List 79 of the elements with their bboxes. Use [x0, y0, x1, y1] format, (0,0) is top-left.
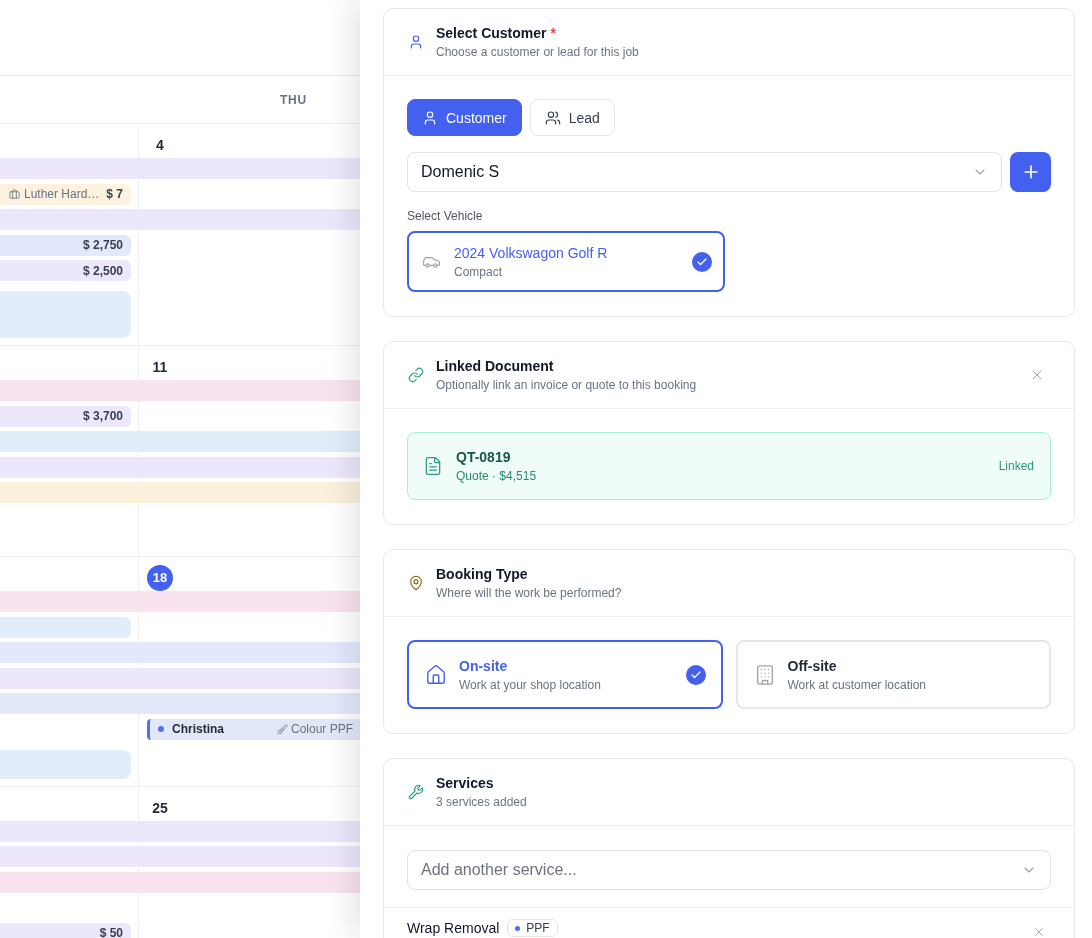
- event-chip[interactable]: [0, 291, 131, 338]
- section-title: Booking Type: [436, 565, 528, 583]
- field-label: Select Vehicle: [407, 208, 484, 224]
- option-description: Work at customer location: [787, 676, 926, 693]
- vehicle-name: 2024 Volkswagon Golf R: [454, 243, 608, 262]
- document-number: QT-0819: [456, 448, 511, 466]
- vehicle-option[interactable]: 2024 Volkswagon Golf R Compact: [407, 231, 725, 292]
- briefcase-icon: [9, 188, 20, 200]
- event-chip[interactable]: Luther Hard… $ 7: [0, 183, 131, 205]
- tag-dot-icon: [515, 925, 521, 931]
- event-bar[interactable]: [0, 820, 360, 842]
- event-bar[interactable]: [0, 158, 360, 179]
- date-number: 4: [156, 136, 164, 155]
- event-service: Colour PPF: [290, 722, 353, 736]
- event-bar[interactable]: [0, 642, 360, 663]
- event-bar[interactable]: [0, 693, 360, 714]
- option-title: On-site: [459, 656, 508, 675]
- event-chip[interactable]: $ 50: [0, 922, 131, 938]
- date-number: 25: [152, 798, 168, 818]
- section-subtitle: Optionally link an invoice or quote to this booking: [436, 377, 697, 393]
- event-bar[interactable]: [0, 667, 360, 689]
- section-title: Select Customer: [436, 24, 547, 42]
- section-subtitle: Where will the work be performed?: [436, 585, 622, 601]
- option-title: Off-site: [787, 656, 837, 675]
- map-pin-icon: [408, 575, 424, 591]
- event-price: $ 2,500: [82, 263, 123, 278]
- event-chip[interactable]: $ 2,750: [0, 234, 131, 256]
- booking-type-option[interactable]: Off-site Work at customer location: [735, 640, 1051, 709]
- vehicle-class: Compact: [454, 263, 503, 280]
- event-bar[interactable]: [0, 846, 360, 867]
- brush-icon: [276, 723, 288, 735]
- service-select[interactable]: Add another service...: [407, 850, 1051, 890]
- document-card[interactable]: QT-0819 Quote · $4,515 Linked: [407, 432, 1051, 500]
- event-chip[interactable]: $ 2,500: [0, 260, 131, 281]
- document-status: Linked: [998, 459, 1034, 473]
- required-mark: *: [550, 25, 556, 41]
- event-price: $ 2,750: [82, 238, 123, 252]
- mode-tab[interactable]: Customer: [407, 99, 522, 136]
- event-price: $ 7: [106, 187, 123, 201]
- users-icon: [544, 109, 561, 126]
- event-bar[interactable]: [0, 456, 360, 478]
- section-title: Linked Document: [436, 357, 554, 375]
- event-bar[interactable]: [0, 380, 360, 401]
- wrench-icon: [408, 784, 424, 800]
- service-name: Wrap Removal: [407, 919, 500, 937]
- date-number: 11: [152, 358, 168, 377]
- user-icon: [422, 109, 438, 126]
- section-subtitle: 3 services added: [436, 794, 527, 810]
- document-details: Quote · $4,515: [456, 468, 537, 484]
- mode-tab[interactable]: Lead: [529, 99, 615, 136]
- section-title: Services: [436, 774, 494, 792]
- link-icon: [408, 367, 424, 383]
- check-icon: [692, 251, 712, 272]
- section-subtitle: Choose a customer or lead for this job: [436, 44, 639, 60]
- option-description: Work at your shop location: [459, 676, 601, 693]
- event-title: Luther Hard…: [24, 187, 100, 201]
- event-bar[interactable]: [0, 482, 360, 503]
- event-price: $ 3,700: [82, 409, 123, 423]
- event-customer: Christina: [172, 722, 224, 736]
- booking-type-option[interactable]: On-site Work at your shop location: [407, 640, 723, 709]
- check-icon: [685, 664, 706, 685]
- event-entry[interactable]: Christina Colour PPF: [147, 718, 360, 740]
- event-bar[interactable]: [0, 871, 360, 893]
- event-bar[interactable]: [0, 431, 360, 452]
- event-chip[interactable]: [0, 616, 131, 638]
- file-icon: [423, 456, 443, 476]
- event-bar[interactable]: [0, 209, 360, 230]
- event-chip[interactable]: $ 3,700: [0, 405, 131, 427]
- weekday-label: THU: [280, 92, 307, 107]
- tag-label: PPF: [526, 921, 550, 935]
- remove-service-button[interactable]: [1032, 925, 1046, 938]
- event-chip[interactable]: [0, 749, 131, 779]
- house-icon: [425, 663, 447, 686]
- add-customer-button[interactable]: [1010, 152, 1051, 192]
- customer-select[interactable]: Domenic S: [407, 152, 1002, 192]
- event-bar[interactable]: [0, 591, 360, 612]
- event-price: $ 50: [99, 926, 123, 938]
- user-icon: [408, 34, 424, 50]
- date-number: 18: [147, 565, 173, 591]
